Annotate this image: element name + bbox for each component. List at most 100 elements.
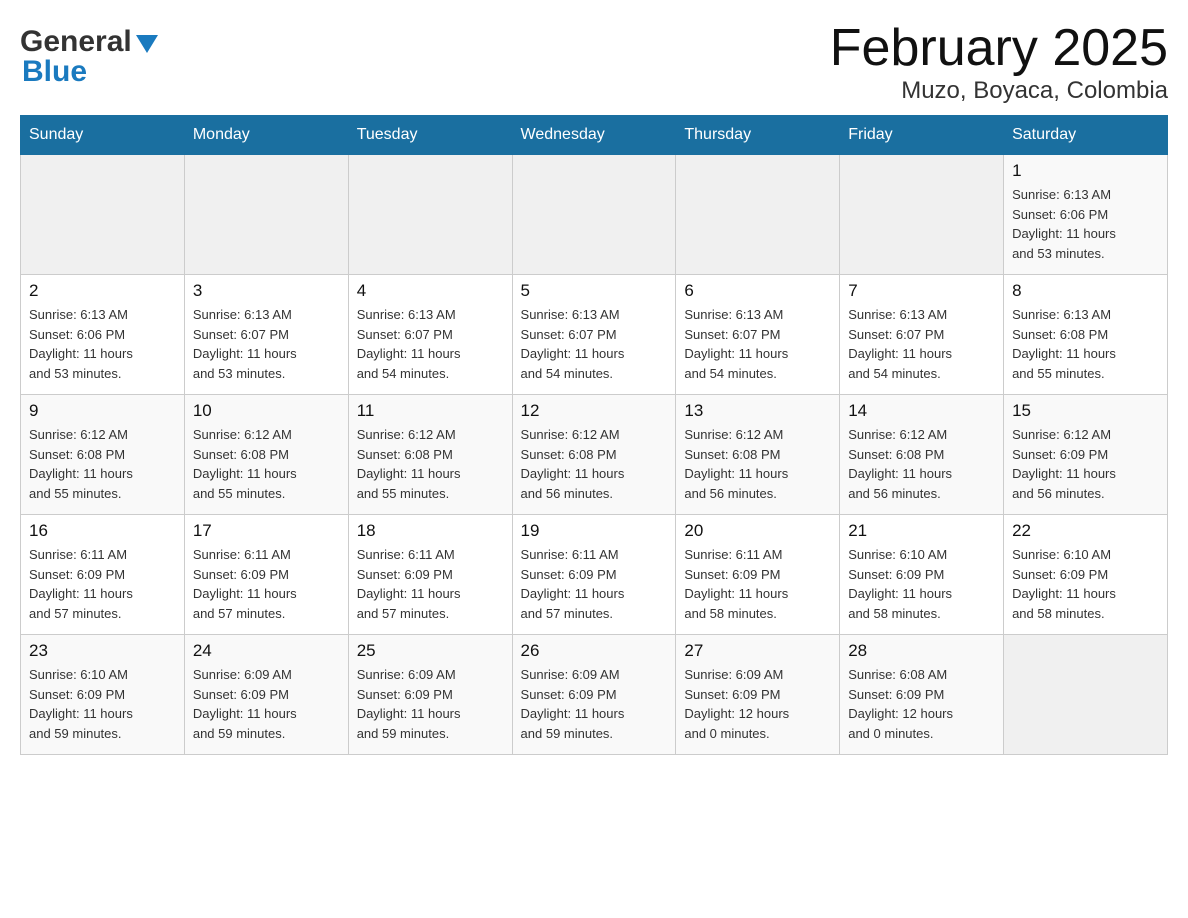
day-number: 14: [848, 401, 995, 421]
day-number: 15: [1012, 401, 1159, 421]
day-of-week-tuesday: Tuesday: [348, 116, 512, 155]
day-info: Sunrise: 6:12 AM Sunset: 6:08 PM Dayligh…: [521, 425, 668, 503]
day-info: Sunrise: 6:09 AM Sunset: 6:09 PM Dayligh…: [521, 665, 668, 743]
day-info: Sunrise: 6:11 AM Sunset: 6:09 PM Dayligh…: [521, 545, 668, 623]
calendar-cell: 4 Sunrise: 6:13 AM Sunset: 6:07 PM Daylig…: [348, 275, 512, 395]
day-number: 1: [1012, 161, 1159, 181]
calendar-cell: 2 Sunrise: 6:13 AM Sunset: 6:06 PM Daylig…: [21, 275, 185, 395]
day-info: Sunrise: 6:12 AM Sunset: 6:08 PM Dayligh…: [848, 425, 995, 503]
calendar-cell: 26 Sunrise: 6:09 AM Sunset: 6:09 PM Dayli…: [512, 635, 676, 755]
calendar-cell: 24 Sunrise: 6:09 AM Sunset: 6:09 PM Dayli…: [184, 635, 348, 755]
calendar-cell: [21, 155, 185, 275]
calendar-cell: 8 Sunrise: 6:13 AM Sunset: 6:08 PM Daylig…: [1004, 275, 1168, 395]
day-info: Sunrise: 6:10 AM Sunset: 6:09 PM Dayligh…: [848, 545, 995, 623]
day-number: 23: [29, 641, 176, 661]
calendar-cell: 11 Sunrise: 6:12 AM Sunset: 6:08 PM Dayli…: [348, 395, 512, 515]
calendar-cell: 3 Sunrise: 6:13 AM Sunset: 6:07 PM Daylig…: [184, 275, 348, 395]
day-info: Sunrise: 6:13 AM Sunset: 6:08 PM Dayligh…: [1012, 305, 1159, 383]
day-info: Sunrise: 6:13 AM Sunset: 6:07 PM Dayligh…: [193, 305, 340, 383]
day-number: 22: [1012, 521, 1159, 541]
page-header: General Blue February 2025 Muzo, Boyaca,…: [20, 20, 1168, 105]
week-row-3: 9 Sunrise: 6:12 AM Sunset: 6:08 PM Daylig…: [21, 395, 1168, 515]
calendar-table: SundayMondayTuesdayWednesdayThursdayFrid…: [20, 115, 1168, 755]
day-info: Sunrise: 6:11 AM Sunset: 6:09 PM Dayligh…: [357, 545, 504, 623]
day-number: 8: [1012, 281, 1159, 301]
calendar-body: 1 Sunrise: 6:13 AM Sunset: 6:06 PM Daylig…: [21, 155, 1168, 755]
logo-blue: Blue: [22, 55, 87, 89]
logo-general: General: [20, 25, 132, 59]
calendar-cell: 27 Sunrise: 6:09 AM Sunset: 6:09 PM Dayli…: [676, 635, 840, 755]
calendar-cell: 5Sunrise: 6:13 AM Sunset: 6:07 PM Daylig…: [512, 275, 676, 395]
day-number: 25: [357, 641, 504, 661]
day-info: Sunrise: 6:13 AM Sunset: 6:07 PM Dayligh…: [684, 305, 831, 383]
day-info: Sunrise: 6:11 AM Sunset: 6:09 PM Dayligh…: [193, 545, 340, 623]
calendar-cell: 18Sunrise: 6:11 AM Sunset: 6:09 PM Dayli…: [348, 515, 512, 635]
day-info: Sunrise: 6:12 AM Sunset: 6:08 PM Dayligh…: [357, 425, 504, 503]
day-info: Sunrise: 6:13 AM Sunset: 6:06 PM Dayligh…: [29, 305, 176, 383]
days-of-week-row: SundayMondayTuesdayWednesdayThursdayFrid…: [21, 116, 1168, 155]
day-number: 21: [848, 521, 995, 541]
day-info: Sunrise: 6:09 AM Sunset: 6:09 PM Dayligh…: [684, 665, 831, 743]
calendar-cell: [184, 155, 348, 275]
day-of-week-wednesday: Wednesday: [512, 116, 676, 155]
calendar-cell: [512, 155, 676, 275]
day-info: Sunrise: 6:12 AM Sunset: 6:08 PM Dayligh…: [29, 425, 176, 503]
week-row-2: 2 Sunrise: 6:13 AM Sunset: 6:06 PM Daylig…: [21, 275, 1168, 395]
day-number: 12: [521, 401, 668, 421]
calendar-title: February 2025: [830, 20, 1168, 77]
calendar-cell: 21 Sunrise: 6:10 AM Sunset: 6:09 PM Dayli…: [840, 515, 1004, 635]
day-info: Sunrise: 6:12 AM Sunset: 6:08 PM Dayligh…: [684, 425, 831, 503]
calendar-cell: 1 Sunrise: 6:13 AM Sunset: 6:06 PM Daylig…: [1004, 155, 1168, 275]
day-info: Sunrise: 6:09 AM Sunset: 6:09 PM Dayligh…: [193, 665, 340, 743]
day-of-week-saturday: Saturday: [1004, 116, 1168, 155]
day-info: Sunrise: 6:13 AM Sunset: 6:07 PM Dayligh…: [848, 305, 995, 383]
calendar-cell: 13Sunrise: 6:12 AM Sunset: 6:08 PM Dayli…: [676, 395, 840, 515]
day-info: Sunrise: 6:13 AM Sunset: 6:07 PM Dayligh…: [521, 305, 668, 383]
day-number: 24: [193, 641, 340, 661]
calendar-cell: 6 Sunrise: 6:13 AM Sunset: 6:07 PM Daylig…: [676, 275, 840, 395]
calendar-cell: 23 Sunrise: 6:10 AM Sunset: 6:09 PM Dayli…: [21, 635, 185, 755]
calendar-subtitle: Muzo, Boyaca, Colombia: [830, 77, 1168, 105]
calendar-cell: 9 Sunrise: 6:12 AM Sunset: 6:08 PM Daylig…: [21, 395, 185, 515]
week-row-1: 1 Sunrise: 6:13 AM Sunset: 6:06 PM Daylig…: [21, 155, 1168, 275]
calendar-cell: 14 Sunrise: 6:12 AM Sunset: 6:08 PM Dayli…: [840, 395, 1004, 515]
day-number: 6: [684, 281, 831, 301]
day-number: 10: [193, 401, 340, 421]
calendar-cell: 20Sunrise: 6:11 AM Sunset: 6:09 PM Dayli…: [676, 515, 840, 635]
day-info: Sunrise: 6:10 AM Sunset: 6:09 PM Dayligh…: [29, 665, 176, 743]
day-number: 16: [29, 521, 176, 541]
day-of-week-thursday: Thursday: [676, 116, 840, 155]
day-number: 2: [29, 281, 176, 301]
day-number: 27: [684, 641, 831, 661]
day-number: 4: [357, 281, 504, 301]
day-number: 7: [848, 281, 995, 301]
day-number: 3: [193, 281, 340, 301]
day-number: 17: [193, 521, 340, 541]
calendar-cell: [676, 155, 840, 275]
day-info: Sunrise: 6:13 AM Sunset: 6:06 PM Dayligh…: [1012, 185, 1159, 263]
day-number: 28: [848, 641, 995, 661]
day-number: 20: [684, 521, 831, 541]
calendar-cell: 22 Sunrise: 6:10 AM Sunset: 6:09 PM Dayli…: [1004, 515, 1168, 635]
calendar-cell: 17 Sunrise: 6:11 AM Sunset: 6:09 PM Dayli…: [184, 515, 348, 635]
day-info: Sunrise: 6:08 AM Sunset: 6:09 PM Dayligh…: [848, 665, 995, 743]
calendar-cell: 10Sunrise: 6:12 AM Sunset: 6:08 PM Dayli…: [184, 395, 348, 515]
day-number: 9: [29, 401, 176, 421]
day-info: Sunrise: 6:10 AM Sunset: 6:09 PM Dayligh…: [1012, 545, 1159, 623]
calendar-cell: [840, 155, 1004, 275]
day-info: Sunrise: 6:13 AM Sunset: 6:07 PM Dayligh…: [357, 305, 504, 383]
calendar-cell: 12 Sunrise: 6:12 AM Sunset: 6:08 PM Dayli…: [512, 395, 676, 515]
day-number: 11: [357, 401, 504, 421]
calendar-cell: 28 Sunrise: 6:08 AM Sunset: 6:09 PM Dayli…: [840, 635, 1004, 755]
logo-arrow-icon: [136, 35, 158, 53]
day-number: 19: [521, 521, 668, 541]
calendar-header: SundayMondayTuesdayWednesdayThursdayFrid…: [21, 116, 1168, 155]
day-number: 26: [521, 641, 668, 661]
title-area: February 2025 Muzo, Boyaca, Colombia: [830, 20, 1168, 105]
calendar-cell: 19 Sunrise: 6:11 AM Sunset: 6:09 PM Dayli…: [512, 515, 676, 635]
calendar-cell: [348, 155, 512, 275]
day-info: Sunrise: 6:09 AM Sunset: 6:09 PM Dayligh…: [357, 665, 504, 743]
calendar-cell: 25 Sunrise: 6:09 AM Sunset: 6:09 PM Dayli…: [348, 635, 512, 755]
calendar-cell: [1004, 635, 1168, 755]
day-info: Sunrise: 6:11 AM Sunset: 6:09 PM Dayligh…: [29, 545, 176, 623]
